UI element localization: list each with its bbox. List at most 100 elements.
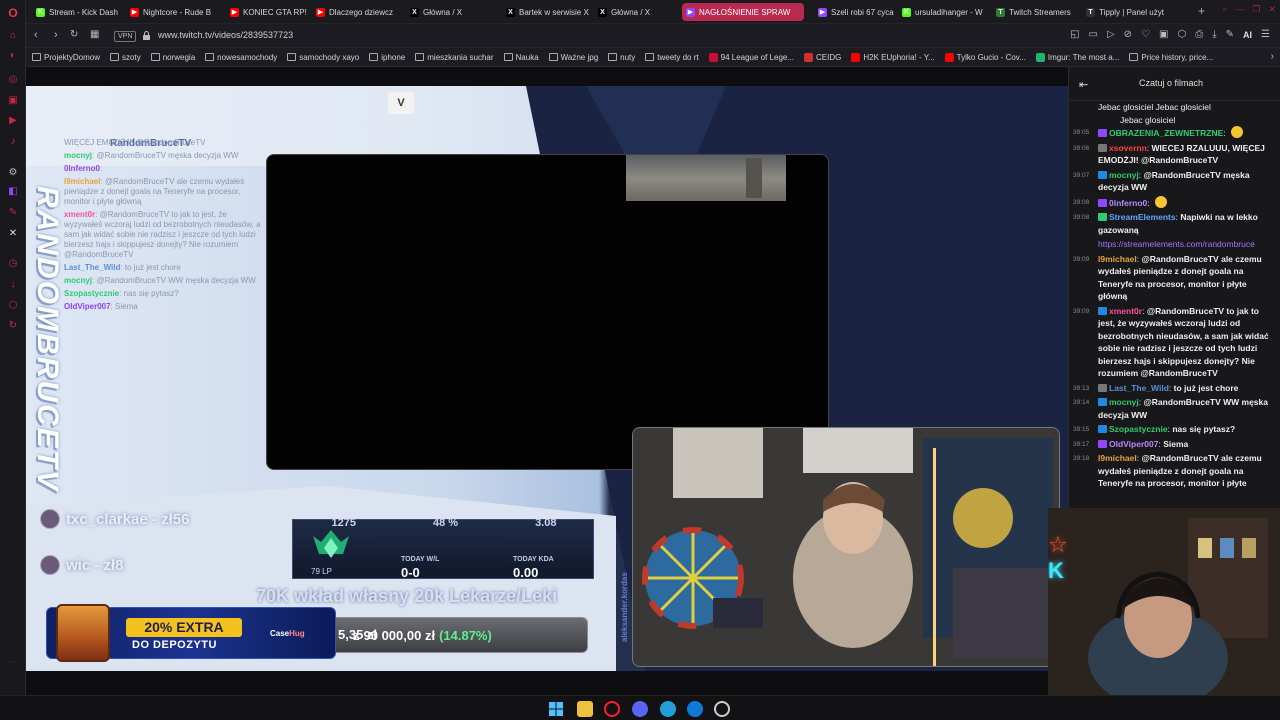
extensions-cube-icon[interactable]: ⬡: [1177, 29, 1186, 40]
chat-timestamp: 39:08: [1073, 198, 1090, 206]
new-tab-icon[interactable]: +: [1198, 4, 1205, 18]
twitch-icon[interactable]: ◧: [6, 184, 20, 198]
browser-tab[interactable]: ▶ Nightcore - Rude B: [126, 3, 222, 21]
chat-badge-icon: [1098, 170, 1107, 179]
messenger-icon[interactable]: ◐: [6, 48, 20, 62]
chat-message: https://streamelements.com/randombruce: [1073, 238, 1277, 251]
vpn-badge[interactable]: VPN: [114, 31, 137, 42]
bookmark-item[interactable]: 94 League of Lege...: [708, 52, 794, 62]
flow-icon[interactable]: ↻: [6, 318, 20, 332]
discord-icon[interactable]: [632, 701, 648, 717]
extensions-icon[interactable]: ⬡: [6, 298, 20, 312]
bookmark-item[interactable]: szoty: [110, 53, 141, 62]
browser-tab[interactable]: T Tipply | Panel użyt: [1082, 3, 1180, 21]
close-icon[interactable]: ✕: [1268, 4, 1276, 15]
chat-username[interactable]: l9michael: [1098, 254, 1137, 264]
search-tabs-icon[interactable]: ⌕: [1222, 4, 1227, 15]
easy-files-icon[interactable]: ⎙: [1195, 29, 1203, 40]
opera-taskbar-icon[interactable]: [604, 701, 620, 717]
edge-icon[interactable]: [687, 701, 703, 717]
file-explorer-icon[interactable]: [577, 701, 593, 717]
url-field[interactable]: www.twitch.tv/videos/2839537723: [158, 30, 293, 40]
bookmark-item[interactable]: Tylko Gucio - Cov...: [944, 52, 1026, 62]
chat-username[interactable]: mocnyj: [1109, 397, 1139, 407]
pinboard-icon[interactable]: ✎: [6, 205, 20, 219]
bookmark-item[interactable]: Ważne jpg: [548, 53, 598, 62]
browser-tab[interactable]: ▶ NAGŁOŚNIENIE SPRAW: [682, 3, 804, 21]
collapse-chat-icon[interactable]: ⇤: [1079, 78, 1088, 91]
chat-username[interactable]: 0lnferno0: [1109, 198, 1147, 208]
chat-username[interactable]: OBRAZENIA_ZEWNETRZNE: [1109, 128, 1223, 138]
play-icon[interactable]: ▷: [1107, 29, 1115, 40]
browser-tab[interactable]: X Bartek w serwisie X: [502, 3, 590, 21]
bookmark-item[interactable]: CEIDG: [804, 52, 841, 62]
browser-tab[interactable]: T Twitch Streamers: [992, 3, 1078, 21]
bookmark-item[interactable]: Imgur: The most a...: [1035, 52, 1120, 62]
back-icon[interactable]: ‹: [34, 29, 38, 41]
pip-icon[interactable]: ▭: [1089, 29, 1098, 40]
browser-tab[interactable]: Kursuladihanger - W: [898, 3, 986, 21]
bookmark-item[interactable]: nowesamochody: [205, 53, 277, 62]
home-icon[interactable]: ⌂: [6, 28, 20, 42]
forward-icon[interactable]: ›: [54, 29, 58, 41]
browser-tab[interactable]: ▶ Dlaczego dziewcz: [312, 3, 402, 21]
aria-ai-button[interactable]: AI: [1243, 30, 1252, 40]
speed-dial-icon[interactable]: ▦: [90, 29, 99, 40]
download-icon[interactable]: ↓: [6, 277, 20, 291]
bookmark-label: Imgur: The most a...: [1047, 52, 1120, 62]
bookmark-item[interactable]: norwegia: [150, 53, 195, 62]
menu-icon[interactable]: ☰: [1261, 29, 1270, 40]
steam-icon[interactable]: [714, 701, 730, 717]
tiktok-icon[interactable]: ♪: [6, 134, 20, 148]
bookmark-item[interactable]: samochody xayo: [287, 53, 359, 62]
browser-tab[interactable]: X Główna / X: [406, 3, 496, 21]
chat-username[interactable]: Last_The_Wild: [1109, 383, 1169, 393]
bookmark-item[interactable]: nuty: [608, 53, 635, 62]
browser-tab[interactable]: ▶ Szeli robi 67 cycam: [814, 3, 894, 21]
bookmark-item[interactable]: H2K EUphoria! - Y...: [851, 52, 935, 62]
chat-username[interactable]: StreamElements: [1109, 212, 1176, 222]
maximize-icon[interactable]: ❐: [1252, 4, 1260, 15]
chat-log[interactable]: Jebac glosiciel Jebac glosiciel Jebac gl…: [1069, 101, 1280, 509]
tab-favicon-icon: T: [996, 7, 1005, 17]
windows-start-icon[interactable]: [548, 701, 564, 717]
bookmark-item[interactable]: ProjektyDomow: [32, 53, 100, 62]
screenshot-icon[interactable]: ◱: [1070, 29, 1079, 40]
bookmark-item[interactable]: Price history, price...: [1129, 53, 1213, 62]
my-flow-icon[interactable]: ▣: [1159, 29, 1168, 40]
video-player[interactable]: RANDOMBRUCETV RandomBruceTV WIĘCEJ EMODŻ…: [26, 86, 1068, 671]
downloads-icon[interactable]: ⤓: [1212, 29, 1216, 40]
chat-username[interactable]: l9michael: [1098, 453, 1137, 463]
pen-icon[interactable]: ✎: [1226, 29, 1234, 40]
chat-username[interactable]: xsovernn: [1109, 143, 1147, 153]
lock-icon[interactable]: [142, 30, 151, 41]
chat-timestamp: 39:08: [1073, 214, 1090, 221]
chat-username[interactable]: Szopastycznie: [1109, 424, 1168, 434]
bookmark-item[interactable]: Nauka: [503, 53, 539, 62]
history-icon[interactable]: ◷: [6, 256, 20, 270]
x-social-icon[interactable]: ✕: [6, 226, 20, 240]
reload-icon[interactable]: ↻: [70, 29, 78, 40]
bookmark-item[interactable]: mieszkania suchar: [415, 53, 494, 62]
chat-username[interactable]: OldViper007: [1109, 439, 1158, 449]
browser-tab[interactable]: K Stream - Kick Dash: [32, 3, 122, 21]
browser-tab[interactable]: X Główna / X: [594, 3, 678, 21]
youtube-icon[interactable]: ▶: [6, 113, 20, 127]
telegram-icon[interactable]: [660, 701, 676, 717]
player-logo-icon[interactable]: V: [388, 92, 414, 114]
translate-icon[interactable]: ⊘: [1124, 29, 1132, 40]
mail-icon[interactable]: ▣: [6, 93, 20, 107]
opera-logo-icon[interactable]: O: [6, 6, 20, 20]
bookmarks-more-icon[interactable]: ›: [1271, 51, 1274, 62]
chat-username[interactable]: xment0r: [1109, 306, 1142, 316]
chat-username[interactable]: mocnyj: [1109, 170, 1139, 180]
minimize-icon[interactable]: —: [1235, 4, 1244, 15]
more-icon[interactable]: ⋯: [6, 655, 20, 669]
settings-icon[interactable]: ⚙: [6, 165, 20, 179]
instagram-icon[interactable]: ◎: [6, 72, 20, 86]
browser-tab[interactable]: ▶ KONIEC GTA RP! M: [226, 3, 308, 21]
chat-link[interactable]: https://streamelements.com/randombruce: [1098, 239, 1255, 249]
bookmark-heart-icon[interactable]: ♡: [1141, 29, 1150, 40]
bookmark-item[interactable]: tweety do rt: [645, 53, 699, 62]
bookmark-item[interactable]: iphone: [369, 53, 405, 62]
